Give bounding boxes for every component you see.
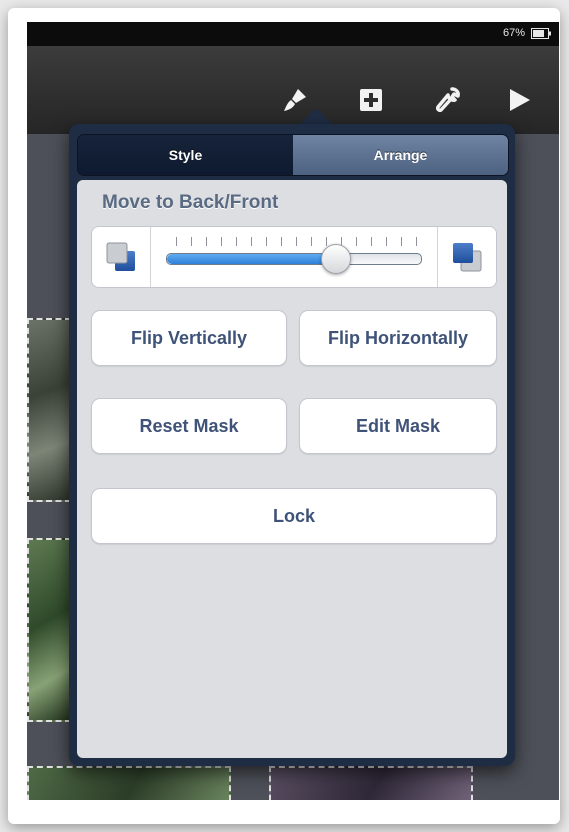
play-icon[interactable] — [503, 84, 535, 116]
slider-knob[interactable] — [320, 244, 351, 274]
photo-tile[interactable] — [27, 766, 231, 800]
arrange-panel: Move to Back/Front Flip Vertically Flip … — [77, 180, 507, 758]
device-screen: 67% Style Arrange Move to Back/Front Fli… — [27, 22, 559, 800]
bring-to-front-button[interactable] — [437, 227, 496, 287]
tab-style[interactable]: Style — [78, 135, 293, 175]
photo-tile[interactable] — [27, 318, 71, 502]
send-to-back-button[interactable] — [92, 227, 151, 287]
slider-ticks — [176, 237, 418, 246]
wrench-icon[interactable] — [431, 84, 463, 116]
layer-order-control — [91, 226, 497, 288]
slider-fill — [167, 254, 335, 264]
photo-tile[interactable] — [27, 538, 71, 722]
battery-icon — [531, 28, 551, 39]
photo-tile[interactable] — [269, 766, 473, 800]
send-to-back-icon — [106, 242, 135, 271]
status-bar: 67% — [27, 22, 559, 46]
reset-mask-button[interactable]: Reset Mask — [91, 398, 287, 454]
add-icon[interactable] — [355, 84, 387, 116]
lock-button[interactable]: Lock — [91, 488, 497, 544]
flip-horizontally-button[interactable]: Flip Horizontally — [299, 310, 497, 366]
edit-mask-button[interactable]: Edit Mask — [299, 398, 497, 454]
tab-arrange[interactable]: Arrange — [293, 135, 508, 175]
arrange-popover: Style Arrange Move to Back/Front Flip Ve… — [69, 124, 515, 766]
flip-vertically-button[interactable]: Flip Vertically — [91, 310, 287, 366]
section-title: Move to Back/Front — [102, 192, 279, 213]
battery-percentage: 67% — [502, 27, 525, 39]
segmented-tabs: Style Arrange — [77, 134, 509, 176]
toolbar — [27, 46, 559, 135]
layer-slider[interactable] — [166, 244, 422, 274]
popover-arrow — [300, 108, 332, 124]
bring-to-front-icon — [453, 243, 482, 272]
